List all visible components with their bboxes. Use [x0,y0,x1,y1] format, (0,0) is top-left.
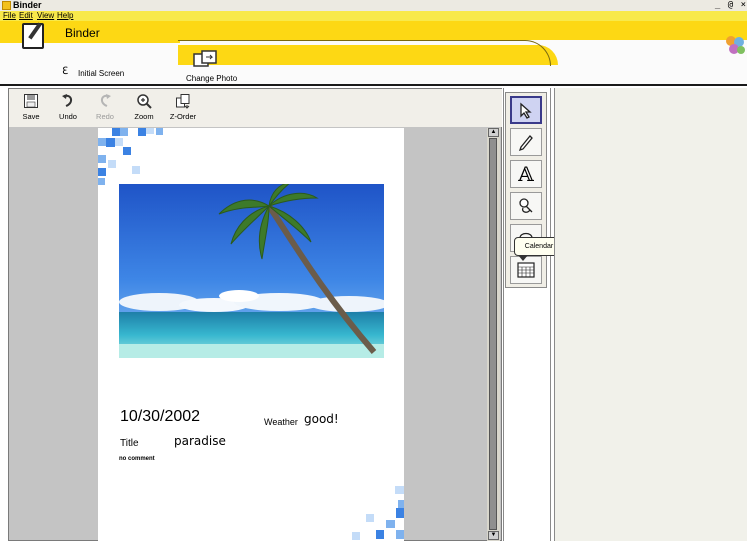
undo-icon [62,94,72,107]
decor-pixel [98,138,106,146]
binder-icon [22,23,44,49]
decor-pixel [138,128,146,136]
z-order-icon [176,94,190,109]
corner-logo-icon [726,36,745,54]
calendar-icon [517,262,535,278]
decor-pixel [98,178,105,185]
tab-binder-label[interactable]: Binder [65,26,100,40]
menu-help[interactable]: Help [57,11,73,21]
scroll-down-arrow[interactable]: ▼ [488,531,499,540]
menu-view[interactable]: View [37,11,54,21]
initial-screen-link[interactable]: Initial Screen [78,69,124,78]
scrollbar-thumb[interactable] [489,138,497,530]
undo-button[interactable]: Undo [53,93,83,127]
scroll-up-arrow[interactable]: ▲ [488,128,499,137]
decor-pixel [398,500,404,508]
stamp-tool[interactable] [510,192,542,220]
change-photo-icon[interactable] [193,50,218,70]
save-label: Save [22,112,40,121]
save-button[interactable]: Save [16,93,46,127]
initial-screen-icon[interactable]: ℇ [62,66,68,77]
app-icon [2,1,11,10]
tab-change-photo-outline [178,40,551,66]
decor-pixel [376,530,384,539]
z-order-label: Z-Order [169,112,197,121]
title-label: Title [120,438,139,449]
decor-pixel [98,168,106,176]
comment-text[interactable]: no comment [119,456,155,462]
decor-pixel [366,514,374,522]
redo-button[interactable]: Redo [90,93,120,127]
redo-icon [101,94,111,107]
decor-pixel [386,520,395,528]
zoom-button[interactable]: Zoom [129,93,159,127]
weather-label: Weather [264,417,298,427]
decor-pixel [112,128,120,136]
title-bar: Binder _ @ × [0,0,747,11]
zoom-icon [137,94,152,109]
menu-bar: File Edit View Help [0,11,747,21]
select-tool[interactable] [510,96,542,124]
redo-label: Redo [96,112,114,121]
decor-pixel [115,138,123,146]
decor-pixel [395,486,404,494]
undo-label: Undo [59,112,77,121]
text-A-icon: 𝔸 [518,162,534,186]
decor-pixel [120,128,128,136]
decor-pixel [132,166,140,174]
decor-pixel [146,128,154,134]
menu-edit[interactable]: Edit [19,11,33,21]
pencil-icon [518,135,533,152]
decor-pixel [352,532,360,540]
zoom-label: Zoom [134,112,154,121]
album-date[interactable]: 10/30/2002 [120,408,200,426]
select-arrow-icon [520,102,532,119]
decor-pixel [396,508,404,518]
decor-pixel [108,160,116,168]
z-order-button[interactable]: Z-Order [166,93,200,127]
tooltip-pointer [518,255,528,261]
properties-panel [554,88,747,541]
decor-pixel [98,155,106,163]
title-value[interactable]: paradise [174,434,226,448]
change-photo-label[interactable]: Change Photo [186,74,237,83]
decor-pixel [156,128,163,135]
window-controls[interactable]: _ @ × [715,0,747,11]
vertical-scrollbar[interactable]: ▲ ▼ [487,128,500,541]
save-icon [24,94,38,108]
beach-photo[interactable] [119,184,384,358]
header-divider [0,84,747,86]
stamp-icon [519,198,533,213]
pen-tool[interactable] [510,128,542,156]
decor-pixel [123,147,131,155]
weather-value[interactable]: good! [304,412,339,426]
decor-pixel [106,138,115,147]
window-title: Binder [13,0,42,10]
menu-file[interactable]: File [3,11,16,21]
text-tool[interactable]: 𝔸 [510,160,542,188]
decor-pixel [396,530,404,539]
